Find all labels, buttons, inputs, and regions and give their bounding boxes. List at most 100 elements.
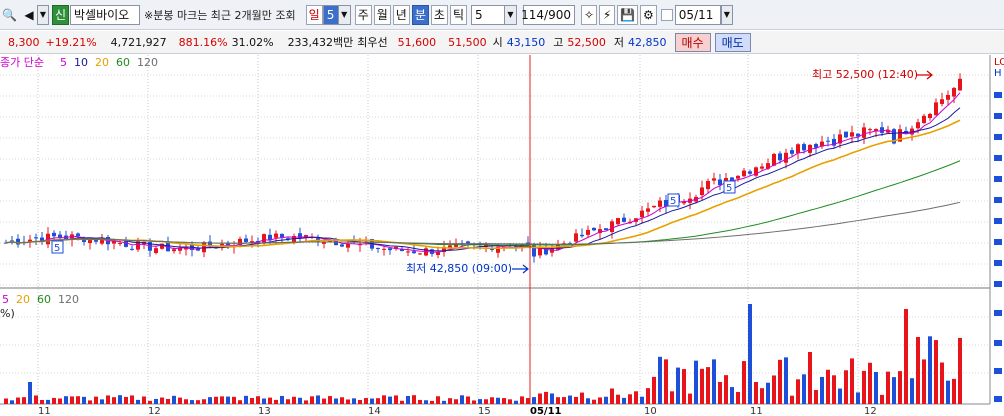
candle-up: [946, 94, 950, 100]
candle-up: [112, 241, 116, 244]
volume-bar: [832, 375, 836, 404]
speaker-dropdown[interactable]: ▼: [36, 4, 49, 25]
volume-bar: [232, 396, 236, 404]
candle-down: [16, 238, 20, 245]
candle-down: [412, 251, 416, 254]
volume-bar: [742, 361, 746, 404]
price-volume-chart[interactable]: 555 11 12 13 14 15 05/11 10 11 12 종가 단순 5 10 20 …: [0, 55, 1004, 416]
sell-button[interactable]: 매도: [714, 32, 751, 52]
gear-icon[interactable]: ⚙: [640, 4, 657, 25]
volume-bar: [484, 399, 488, 404]
volume-bar: [646, 388, 650, 404]
candle-down: [130, 248, 134, 250]
save-icon[interactable]: 💾: [617, 4, 638, 25]
volume-bar: [880, 394, 884, 404]
volume-bar: [754, 381, 758, 404]
candle-down: [844, 131, 848, 138]
volume-bar: [34, 395, 38, 404]
volume-bar: [238, 400, 242, 404]
change-percent: +19.21%: [45, 35, 97, 49]
volume-bar: [676, 367, 680, 404]
volume-bar: [760, 388, 764, 404]
volume-bar: [538, 393, 542, 404]
candle-down: [580, 234, 584, 237]
candle-settings-icon[interactable]: ✧: [580, 4, 598, 25]
volume-bar: [502, 398, 506, 404]
low-annotation: 최저 42,850 (09:00): [406, 262, 512, 275]
volume-bar: [280, 395, 284, 404]
volume-bar: [892, 377, 896, 404]
volume-bar: [664, 359, 668, 404]
candle-down: [376, 247, 380, 249]
volume-bar: [202, 399, 206, 404]
volume-bar: [562, 397, 566, 404]
candle-up: [418, 253, 422, 255]
candle-up: [574, 233, 578, 242]
candle-up: [784, 152, 788, 163]
volume-bar: [700, 368, 704, 404]
candle-down: [604, 228, 608, 231]
volume-bar: [688, 393, 692, 404]
volume-bar: [730, 387, 734, 404]
volume-bar: [40, 399, 44, 404]
volume-bar: [58, 398, 62, 404]
x-tick-label: 12: [864, 406, 877, 416]
volume-bar: [118, 395, 122, 404]
date-field[interactable]: 05/11: [674, 4, 721, 25]
candle-down: [748, 171, 752, 174]
calendar-dropdown[interactable]: ▼: [720, 4, 733, 25]
period-day-button[interactable]: 일: [305, 4, 323, 25]
stock-name-field[interactable]: 박셀바이오: [70, 4, 140, 25]
candle-up: [706, 180, 710, 190]
day-count-field[interactable]: 5: [322, 4, 339, 25]
right-axis-tick: [994, 368, 1002, 374]
volume-bar: [28, 382, 32, 404]
volume-bar: [604, 396, 608, 404]
volume-bar: [592, 399, 596, 404]
speaker-icon[interactable]: ◀: [21, 5, 37, 25]
period-week-button[interactable]: 주: [354, 4, 372, 25]
day-count-dropdown[interactable]: ▼: [338, 4, 351, 25]
volume-bar: [436, 396, 440, 404]
right-axis-tick: [994, 310, 1002, 316]
candle-down: [340, 244, 344, 247]
volume-bar: [160, 397, 164, 404]
volume-bar: [82, 396, 86, 404]
volume-bar: [70, 396, 74, 404]
volume-bar: [328, 396, 332, 404]
volume-bar: [364, 398, 368, 404]
date-checkbox[interactable]: [660, 8, 673, 21]
price-legend-ma60: 60: [116, 56, 130, 69]
quote-bar: 8,300 +19.21% 4,721,927 881.16% 31.02% 2…: [0, 31, 1004, 54]
period-tick-button[interactable]: 틱: [449, 4, 467, 25]
candle-down: [124, 240, 128, 247]
volume-bar: [478, 399, 482, 404]
period-year-button[interactable]: 년: [392, 4, 410, 25]
period-month-button[interactable]: 월: [373, 4, 391, 25]
candle-up: [862, 127, 866, 138]
candle-down: [622, 217, 626, 222]
line-tool-icon[interactable]: ⚡: [599, 4, 616, 25]
volume-bar: [520, 396, 524, 404]
volume-bar: [316, 395, 320, 404]
candle-down: [778, 153, 782, 161]
volume-bar: [352, 398, 356, 404]
page-count-field[interactable]: 114/900: [521, 4, 575, 25]
trade-amount: 233,432백만: [287, 36, 354, 49]
volume-bar: [46, 399, 50, 404]
candle-up: [952, 88, 956, 97]
volume-bar: [106, 395, 110, 404]
minute-interval-dropdown[interactable]: ▼: [504, 4, 517, 25]
candle-up: [742, 170, 746, 177]
right-axis-tick: [994, 155, 1002, 161]
buy-button[interactable]: 매수: [674, 32, 711, 52]
period-minute-button[interactable]: 분: [411, 4, 429, 25]
search-icon[interactable]: 🔍: [0, 5, 19, 25]
candle-up: [658, 200, 662, 207]
minute-interval-field[interactable]: 5: [470, 4, 505, 25]
volume-bar: [610, 388, 614, 404]
candle-down: [880, 127, 884, 133]
volume-bar: [166, 398, 170, 404]
period-second-button[interactable]: 초: [430, 4, 448, 25]
volume-bar: [568, 395, 572, 404]
